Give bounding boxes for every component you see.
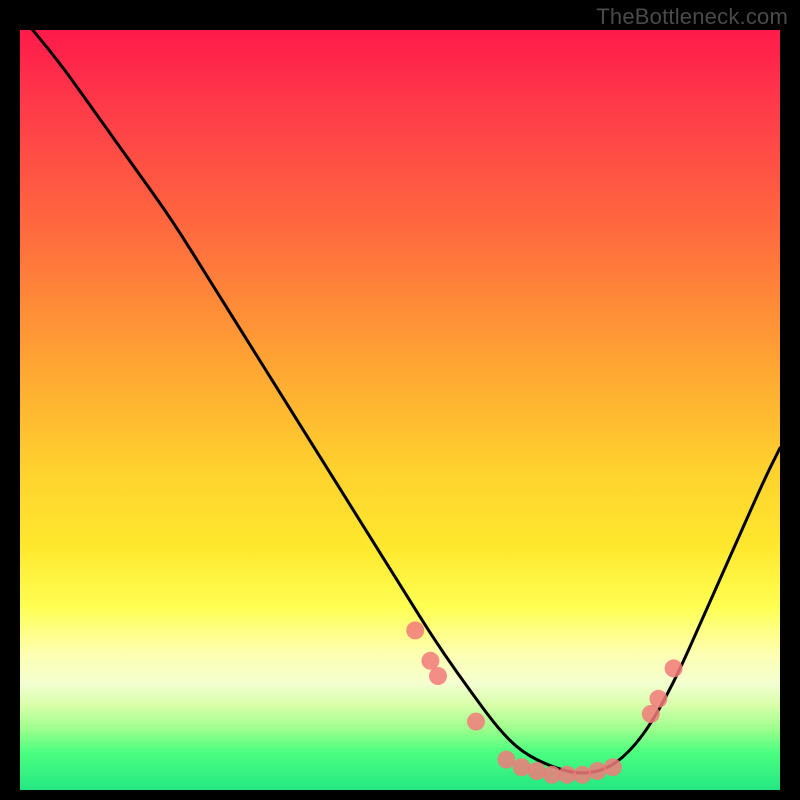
data-point	[573, 766, 591, 784]
data-point	[513, 758, 531, 776]
bottleneck-curve	[20, 15, 780, 773]
data-point	[429, 667, 447, 685]
data-point	[604, 758, 622, 776]
chart-svg	[20, 30, 780, 790]
data-point	[589, 762, 607, 780]
watermark-text: TheBottleneck.com	[596, 4, 788, 30]
data-point	[406, 621, 424, 639]
data-point	[665, 659, 683, 677]
data-point	[467, 713, 485, 731]
data-point	[649, 690, 667, 708]
plot-area	[20, 30, 780, 790]
chart-container: TheBottleneck.com	[0, 0, 800, 800]
data-point	[528, 762, 546, 780]
curve-markers	[406, 621, 682, 783]
